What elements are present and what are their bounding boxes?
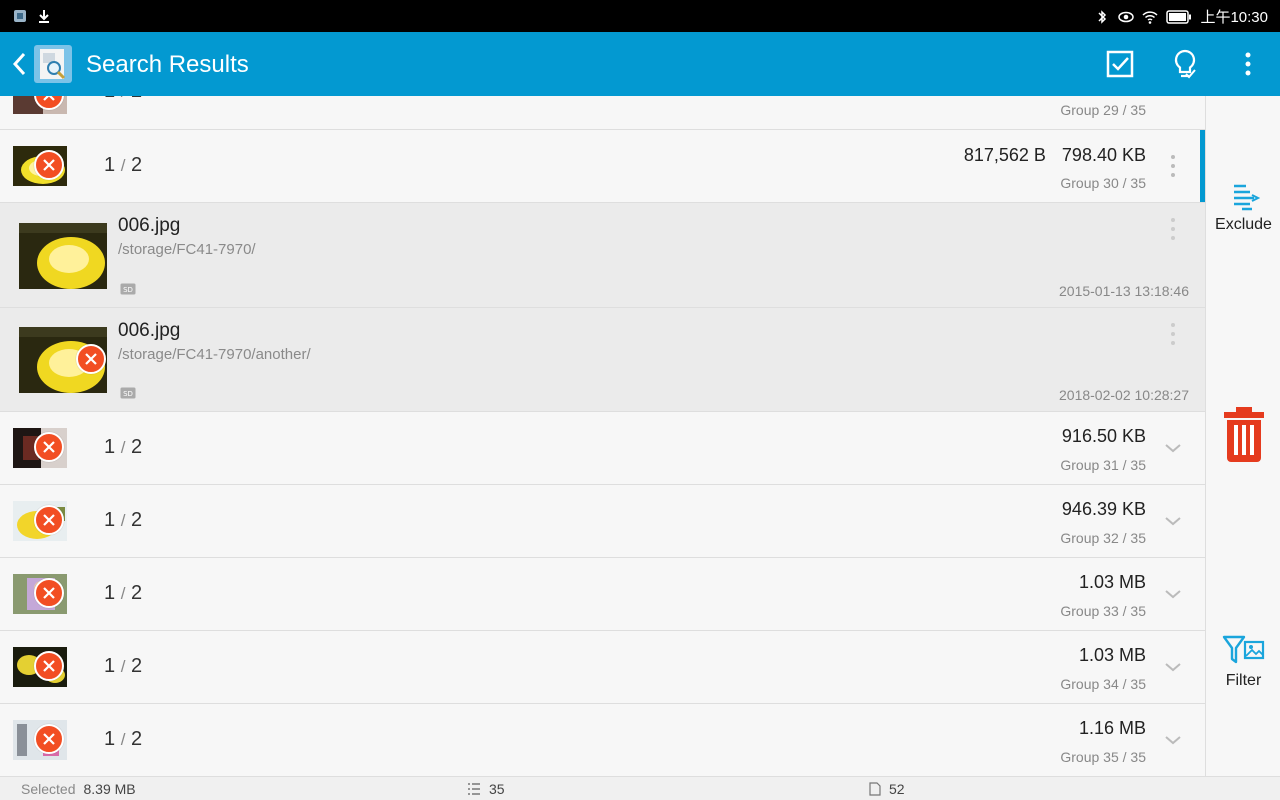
eye-icon <box>1118 11 1135 22</box>
delete-mark-icon[interactable] <box>34 724 64 754</box>
status-left <box>12 8 52 24</box>
file-row[interactable]: 006.jpg /storage/FC41-7970/ SD 2015-01-1… <box>0 203 1205 308</box>
group-label: Group 31 / 35 <box>1060 457 1146 473</box>
bottom-summary-bar: Selected 8.39 MB 35 52 <box>0 776 1280 800</box>
group-count: 1 / 2 <box>104 436 143 458</box>
svg-text:SD: SD <box>123 286 133 294</box>
app-logo-icon <box>34 45 72 83</box>
selected-label: Selected <box>21 781 76 797</box>
sd-card-icon: SD <box>120 387 136 399</box>
status-right: 上午10:30 <box>1094 6 1268 27</box>
group-row[interactable]: 1 / 2 916.50 KB Group 31 / 35 <box>0 412 1205 485</box>
filter-label: Filter <box>1225 672 1262 689</box>
group-count: 1 / 2 <box>104 154 143 176</box>
results-list[interactable]: 1 / 2 Group 29 / 35 1 / 2 817,562 B 798.4… <box>0 96 1205 776</box>
trash-icon <box>1223 407 1264 462</box>
bluetooth-icon <box>1098 9 1107 24</box>
chevron-down-icon[interactable] <box>1163 511 1183 531</box>
group-row[interactable]: 1 / 2 1.03 MB Group 33 / 35 <box>0 558 1205 631</box>
lightbulb-icon[interactable] <box>1167 46 1203 82</box>
group-size: 946.39 KB <box>1061 499 1146 519</box>
select-all-checkbox-icon[interactable] <box>1102 46 1138 82</box>
group-size: 916.50 KB <box>1061 426 1146 446</box>
selected-size: 8.39 MB <box>83 781 136 797</box>
chevron-down-icon[interactable] <box>1163 657 1183 677</box>
group-label: Group 35 / 35 <box>1060 749 1146 765</box>
delete-mark-icon[interactable] <box>34 150 64 180</box>
download-icon <box>39 10 49 23</box>
sd-card-icon: SD <box>120 283 136 295</box>
more-options-icon[interactable] <box>1169 154 1177 178</box>
app-root: 上午10:30 Search Results 1 / 2 Group 29 / … <box>0 0 1280 800</box>
filter-button[interactable]: Filter <box>1206 634 1280 690</box>
exclude-button[interactable]: Exclude <box>1206 182 1280 234</box>
group-label: Group 32 / 35 <box>1060 530 1146 546</box>
group-row[interactable]: 1 / 2 Group 29 / 35 <box>0 96 1205 130</box>
wifi-icon <box>1142 10 1158 24</box>
file-thumbnail <box>19 223 107 289</box>
group-size: 1.03 MB <box>1078 572 1146 592</box>
app-notification-icon <box>14 10 26 22</box>
delete-mark-icon[interactable] <box>34 578 64 608</box>
group-count: 1 / 2 <box>104 582 143 604</box>
chevron-down-icon[interactable] <box>1163 730 1183 750</box>
group-bytes: 817,562 B <box>963 145 1046 165</box>
group-count-value: 35 <box>489 781 505 797</box>
file-path: /storage/FC41-7970/ <box>118 241 256 258</box>
list-icon <box>468 783 480 795</box>
group-label: Group 30 / 35 <box>1060 175 1146 191</box>
back-arrow-icon[interactable] <box>8 50 32 78</box>
more-options-icon[interactable] <box>1169 322 1177 346</box>
more-options-icon[interactable] <box>1169 217 1177 241</box>
status-bar: 上午10:30 <box>0 0 1280 32</box>
file-date: 2015-01-13 13:18:46 <box>1059 283 1189 299</box>
group-size-value: 798.40 KB <box>1061 145 1146 165</box>
group-row[interactable]: 1 / 2 946.39 KB Group 32 / 35 <box>0 485 1205 558</box>
page-title: Search Results <box>86 51 249 78</box>
chevron-down-icon[interactable] <box>1163 438 1183 458</box>
selected-summary: Selected 8.39 MB <box>21 781 136 797</box>
group-count: 1 / 2 <box>104 728 143 750</box>
delete-mark-icon[interactable] <box>34 432 64 462</box>
group-count: 1 / 2 <box>104 96 142 103</box>
group-size: 1.03 MB <box>1078 645 1146 665</box>
group-count: 1 / 2 <box>104 655 143 677</box>
group-row[interactable]: 1 / 2 1.16 MB Group 35 / 35 <box>0 704 1205 776</box>
group-label: Group 34 / 35 <box>1060 676 1146 692</box>
delete-mark-icon[interactable] <box>76 344 106 374</box>
file-name: 006.jpg <box>118 215 181 236</box>
app-bar: Search Results <box>0 32 1280 96</box>
chevron-down-icon[interactable] <box>1163 584 1183 604</box>
delete-button[interactable] <box>1206 406 1280 462</box>
delete-mark-icon[interactable] <box>34 505 64 535</box>
group-label: Group 29 / 35 <box>1060 102 1146 118</box>
side-action-panel: Exclude Filter <box>1205 96 1280 776</box>
file-name: 006.jpg <box>118 320 181 341</box>
filter-icon <box>1222 635 1264 664</box>
group-size: 817,562 B 798.40 KB <box>964 145 1146 166</box>
group-label: Group 33 / 35 <box>1060 603 1146 619</box>
group-row[interactable]: 1 / 2 1.03 MB Group 34 / 35 <box>0 631 1205 704</box>
file-row[interactable]: 006.jpg /storage/FC41-7970/another/ SD 2… <box>0 308 1205 412</box>
file-path: /storage/FC41-7970/another/ <box>118 346 311 363</box>
clock: 上午10:30 <box>1200 9 1268 26</box>
delete-mark-icon[interactable] <box>34 651 64 681</box>
file-date: 2018-02-02 10:28:27 <box>1059 387 1189 403</box>
exclude-label: Exclude <box>1215 216 1272 233</box>
file-icon <box>869 782 881 796</box>
file-count-value: 52 <box>889 781 905 797</box>
file-count-summary: 52 <box>869 781 905 797</box>
group-row-expanded[interactable]: 1 / 2 817,562 B 798.40 KB Group 30 / 35 <box>0 130 1205 203</box>
exclude-icon <box>1233 184 1260 211</box>
group-size: 1.16 MB <box>1078 718 1146 738</box>
group-count: 1 / 2 <box>104 509 143 531</box>
svg-text:SD: SD <box>123 390 133 398</box>
group-count-summary: 35 <box>467 781 505 797</box>
overflow-menu-icon[interactable] <box>1230 46 1266 82</box>
battery-icon <box>1166 9 1192 24</box>
